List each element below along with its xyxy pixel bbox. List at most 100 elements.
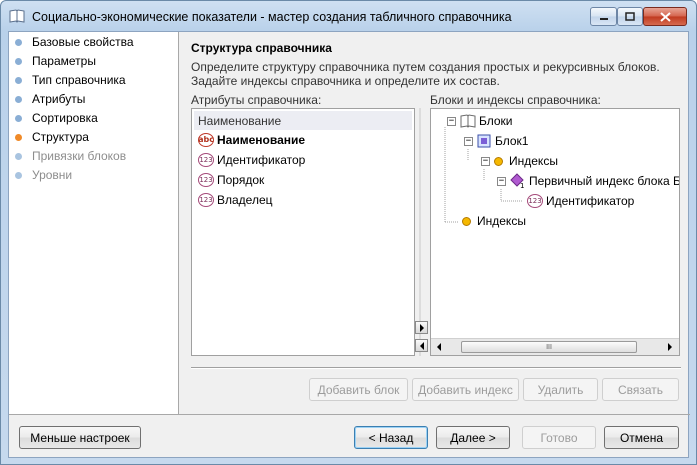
collapse-icon[interactable]: − <box>464 136 473 146</box>
splitter[interactable] <box>419 108 421 356</box>
minimize-button[interactable] <box>590 7 617 26</box>
123-icon: 123 <box>198 192 214 207</box>
close-button[interactable] <box>643 7 687 26</box>
123-icon: 123 <box>198 152 214 167</box>
back-button[interactable]: < Назад <box>354 426 428 449</box>
123-icon: 123 <box>527 194 543 208</box>
list-item[interactable]: 123 Идентификатор <box>194 150 412 169</box>
move-right-button[interactable] <box>415 321 428 334</box>
step-sorting[interactable]: Сортировка <box>15 109 98 127</box>
add-index-button[interactable]: Добавить индекс <box>412 378 519 401</box>
arrow-left-icon <box>436 342 441 351</box>
cancel-button[interactable]: Отмена <box>604 426 679 449</box>
abc-icon: abc <box>198 132 214 147</box>
indexes-icon <box>494 156 503 166</box>
step-label: Тип справочника <box>32 73 126 87</box>
tree-label: Индексы <box>477 214 526 228</box>
123-icon: 123 <box>198 172 214 187</box>
scroll-left-button[interactable] <box>432 340 445 353</box>
step-dot-icon <box>15 114 22 122</box>
step-label: Привязки блоков <box>32 149 127 163</box>
step-dot-icon <box>15 57 22 65</box>
tree-label: Первичный индекс блока Бло <box>529 174 680 188</box>
collapse-icon[interactable]: − <box>447 116 456 126</box>
list-item[interactable]: Наименование <box>194 111 412 130</box>
arrow-right-icon <box>667 342 672 351</box>
divider <box>191 368 681 369</box>
step-dot-icon <box>15 95 22 103</box>
step-dictionary-type[interactable]: Тип справочника <box>15 71 126 89</box>
scroll-right-button[interactable] <box>663 340 676 353</box>
step-label: Структура <box>32 130 89 144</box>
step-label: Параметры <box>32 54 96 68</box>
step-label: Базовые свойства <box>32 35 134 49</box>
step-dot-icon <box>15 171 22 179</box>
attribute-label: Наименование <box>217 132 306 147</box>
collapse-icon[interactable]: − <box>497 176 506 186</box>
tree-node-primary-index[interactable]: − 1 Первичный индекс блока Бло <box>497 172 680 190</box>
wizard-steps-nav: Базовые свойства Параметры Тип справочни… <box>9 32 179 414</box>
tree-node-identifier[interactable]: 123 Идентификатор <box>527 192 634 210</box>
step-dot-icon <box>15 76 22 84</box>
wizard-client-area: Базовые свойства Параметры Тип справочни… <box>8 31 690 458</box>
blocks-tree[interactable]: − Блоки − Блок1 − Индексы − 1 Первичный … <box>430 108 680 356</box>
minimize-icon <box>599 17 608 20</box>
horizontal-scrollbar[interactable]: III <box>431 338 679 355</box>
step-base-properties[interactable]: Базовые свойства <box>15 33 134 51</box>
scrollbar-thumb[interactable]: III <box>461 341 637 353</box>
title-bar[interactable]: Социально-экономические показатели - мас… <box>1 1 696 31</box>
step-label: Атрибуты <box>32 92 86 106</box>
block-icon <box>477 134 491 148</box>
list-item[interactable]: 123 Владелец <box>194 190 412 209</box>
blocks-label: Блоки и индексы справочника: <box>430 93 601 107</box>
attribute-label: Идентификатор <box>217 152 306 167</box>
list-item[interactable]: abc Наименование <box>194 130 412 149</box>
next-button[interactable]: Далее > <box>436 426 510 449</box>
list-item[interactable]: 123 Порядок <box>194 170 412 189</box>
primary-index-icon: 1 <box>510 173 524 189</box>
wizard-window: Социально-экономические показатели - мас… <box>0 0 697 465</box>
scroll-grip: III <box>546 343 552 351</box>
link-button[interactable]: Связать <box>602 378 679 401</box>
tree-label: Идентификатор <box>546 194 635 208</box>
footer-divider <box>9 414 690 415</box>
step-levels: Уровни <box>15 166 72 184</box>
indexes-icon <box>462 216 471 226</box>
tree-label: Блок1 <box>495 134 529 148</box>
svg-text:1: 1 <box>520 182 524 189</box>
step-attributes[interactable]: Атрибуты <box>15 90 85 108</box>
maximize-button[interactable] <box>617 7 643 26</box>
close-icon <box>659 11 671 22</box>
book-icon <box>9 9 25 23</box>
page-description: Определите структуру справочника путем с… <box>191 60 660 88</box>
tree-node-block1[interactable]: − Блок1 <box>464 132 528 150</box>
step-structure[interactable]: Структура <box>15 128 89 146</box>
tree-label: Блоки <box>479 114 513 128</box>
attribute-label: Владелец <box>217 192 273 207</box>
arrow-right-icon <box>419 323 424 332</box>
page-heading: Структура справочника <box>191 41 332 55</box>
tree-node-root-indexes[interactable]: Индексы <box>462 212 526 230</box>
less-settings-button[interactable]: Меньше настроек <box>19 426 141 449</box>
attribute-label: Наименование <box>198 113 282 128</box>
tree-node-indexes[interactable]: − Индексы <box>481 152 558 170</box>
attributes-list[interactable]: Наименование abc Наименование 123 Иденти… <box>191 108 415 356</box>
delete-button[interactable]: Удалить <box>523 378 598 401</box>
step-label: Уровни <box>32 168 73 182</box>
step-dot-icon <box>15 38 22 46</box>
tree-label: Индексы <box>509 154 558 168</box>
step-current-dot-icon <box>15 133 22 141</box>
attribute-label: Порядок <box>217 172 265 187</box>
step-block-bindings: Привязки блоков <box>15 147 126 165</box>
arrow-left-icon <box>419 341 424 350</box>
tree-node-blocks[interactable]: − Блоки <box>447 112 513 130</box>
step-parameters[interactable]: Параметры <box>15 52 96 70</box>
add-block-button[interactable]: Добавить блок <box>309 378 408 401</box>
move-left-button[interactable] <box>415 339 428 352</box>
attributes-label: Атрибуты справочника: <box>191 93 322 107</box>
finish-button[interactable]: Готово <box>522 426 596 449</box>
step-label: Сортировка <box>32 111 98 125</box>
step-dot-icon <box>15 152 22 160</box>
book-icon <box>460 114 476 128</box>
collapse-icon[interactable]: − <box>481 156 490 166</box>
